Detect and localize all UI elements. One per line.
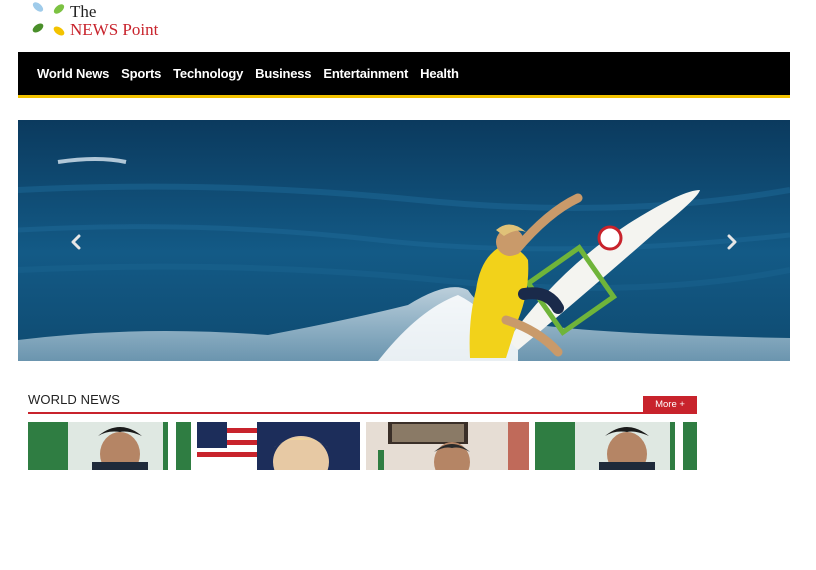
news-card[interactable] [197, 422, 360, 470]
nav-item-entertainment[interactable]: Entertainment [323, 66, 408, 81]
leaf-logo-icon [32, 2, 65, 36]
logo-text-news-point: NEWS Point [70, 20, 159, 39]
section-title: WORLD NEWS [28, 392, 120, 407]
news-thumbnail [28, 422, 191, 470]
nav-item-technology[interactable]: Technology [173, 66, 243, 81]
news-card[interactable] [535, 422, 697, 470]
chevron-left-icon [71, 234, 81, 250]
carousel-prev-button[interactable] [62, 228, 90, 256]
news-card-list [28, 422, 697, 470]
news-thumbnail [197, 422, 360, 470]
news-card[interactable] [28, 422, 191, 470]
news-card[interactable] [366, 422, 529, 470]
main-navigation: World News Sports Technology Business En… [18, 52, 790, 98]
site-logo[interactable]: The NEWS Point [30, 0, 190, 42]
carousel-next-button[interactable] [718, 228, 746, 256]
nav-item-health[interactable]: Health [420, 66, 459, 81]
news-thumbnail [366, 422, 529, 470]
more-button[interactable]: More + [643, 396, 697, 414]
nav-item-world-news[interactable]: World News [37, 66, 109, 81]
nav-item-business[interactable]: Business [255, 66, 311, 81]
nav-item-sports[interactable]: Sports [121, 66, 161, 81]
world-news-section-header: WORLD NEWS More + [28, 390, 697, 414]
chevron-right-icon [727, 234, 737, 250]
logo-text-the: The [70, 2, 97, 21]
news-thumbnail [535, 422, 697, 470]
surfer-slide-image [18, 120, 790, 361]
hero-carousel[interactable] [18, 120, 790, 361]
